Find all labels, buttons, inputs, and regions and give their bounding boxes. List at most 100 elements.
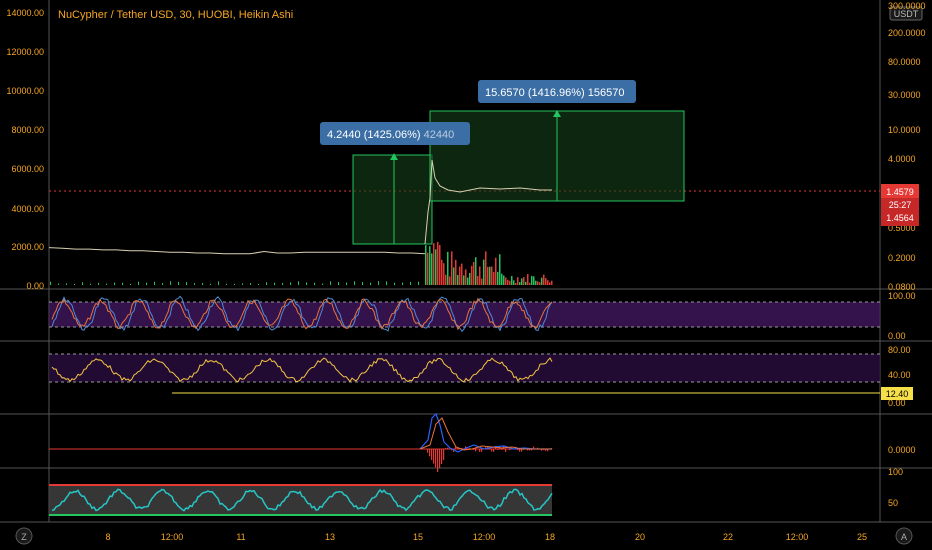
volume-bar [507, 279, 509, 285]
volume-bar [330, 281, 331, 285]
volume-bar [495, 257, 497, 285]
macd-bar [445, 447, 447, 449]
volume-bar [202, 282, 203, 285]
zoom-button-label[interactable]: Z [21, 532, 27, 542]
auto-scale-button-label[interactable]: A [901, 532, 907, 542]
volume-bar [66, 283, 67, 285]
rsi-band [49, 354, 880, 382]
volume-bar [346, 282, 347, 285]
volume-bar [425, 245, 427, 285]
volume-bar [435, 249, 437, 285]
volume-bar [394, 282, 395, 285]
x-axis-tick: 18 [545, 532, 555, 542]
volume-bar [521, 278, 523, 285]
volume-bar [90, 283, 91, 285]
right-axis-tick: 40.00 [888, 370, 911, 380]
volume-bar [475, 257, 477, 285]
volume-bar [82, 282, 83, 285]
measure-box-first[interactable] [352, 154, 433, 245]
volume-bar [362, 281, 363, 285]
right-axis-tick: 100.00 [888, 291, 916, 301]
x-axis-tick: 22 [723, 532, 733, 542]
volume-bar [50, 281, 51, 285]
volume-bar [370, 282, 371, 285]
volume-bar [74, 283, 75, 285]
volume-bar [447, 251, 449, 285]
volume-bar [242, 283, 243, 285]
right-axis-tick: 80.0000 [888, 57, 921, 67]
macd-bar [501, 449, 503, 450]
macd-bar [437, 449, 439, 472]
panel-separators [0, 0, 932, 523]
volume-bar [551, 280, 553, 285]
right-axis-tick: 50 [888, 498, 898, 508]
volume-bar [162, 282, 163, 285]
right-axis-tick: 10.0000 [888, 125, 921, 135]
x-axis-tick: 11 [236, 532, 245, 542]
x-axis-tick: 12:00 [786, 532, 809, 542]
left-axis-tick: 6000.00 [11, 164, 44, 174]
price-series [48, 247, 426, 255]
chart-canvas[interactable]: NuCypher / Tether USD, 30, HUOBI, Heikin… [0, 0, 932, 550]
measure-label-second: 15.6570 (1416.96%) 156570 [485, 87, 624, 99]
volume-bar [178, 281, 179, 285]
x-axis-tick: 12:00 [161, 532, 184, 542]
volume-bar [258, 283, 259, 285]
volume-bar [146, 282, 147, 285]
x-axis-tick: 15 [413, 532, 423, 542]
volume-bar [541, 277, 543, 285]
left-axis-tick: 0.00 [26, 281, 44, 291]
volume-bar [467, 277, 469, 285]
volume-bar [543, 274, 545, 285]
volume-bar [106, 283, 107, 285]
volume-bar [186, 282, 187, 285]
volume-bar [493, 272, 495, 285]
x-axis: 8 12:00 11 13 15 12:00 18 20 22 12:00 25 [105, 532, 867, 542]
macd-bar [479, 449, 481, 452]
right-axis-tick: 30.0000 [888, 90, 921, 100]
right-axis-tick: 0.2000 [888, 253, 916, 263]
macd-bar [427, 449, 429, 453]
volume-bar [459, 266, 461, 285]
macd-bar [443, 449, 445, 460]
volume-bar [449, 276, 451, 285]
volume-bar [523, 277, 525, 285]
volume-bar [509, 280, 511, 285]
volume-bar [547, 280, 549, 285]
volume-bar [282, 282, 283, 285]
volume-bar [487, 266, 489, 285]
volume-bar [451, 251, 453, 285]
right-axis-tick: 0.00 [888, 331, 906, 341]
volume-bar [441, 259, 443, 285]
volume-bar [314, 282, 315, 285]
last-price-value: 1.4579 [886, 187, 914, 197]
volume-bar [58, 283, 59, 285]
volume-bar [545, 278, 547, 285]
right-axis-tick: 80.00 [888, 345, 911, 355]
right-axis-tick: 0.0000 [888, 445, 916, 455]
rsi-value: 12.40 [886, 389, 909, 399]
volume-bar [491, 266, 493, 285]
volume-bar [338, 282, 339, 285]
volume-bar [122, 282, 123, 285]
volume-bar [429, 246, 431, 285]
volume-bar [402, 282, 403, 285]
macd-bar [439, 449, 441, 468]
volume-bar [529, 282, 531, 285]
volume-bar [503, 275, 505, 285]
right-axis: 300.0000 200.0000 80.0000 30.0000 10.0000 4.0… [888, 1, 926, 508]
volume-bar [499, 254, 501, 285]
volume-bar [354, 281, 355, 285]
macd-bar [447, 447, 449, 449]
volume-bar [445, 274, 447, 285]
macd-bar [493, 449, 495, 452]
countdown-value: 25:27 [889, 200, 912, 210]
osc-band [49, 485, 552, 515]
volume-bar [455, 259, 457, 285]
volume-bar [274, 282, 275, 285]
volume-bar [465, 269, 467, 285]
volume-bar [234, 283, 235, 285]
volume-bar [437, 241, 439, 285]
volume-bar [505, 277, 507, 285]
volume-bar [497, 271, 499, 285]
